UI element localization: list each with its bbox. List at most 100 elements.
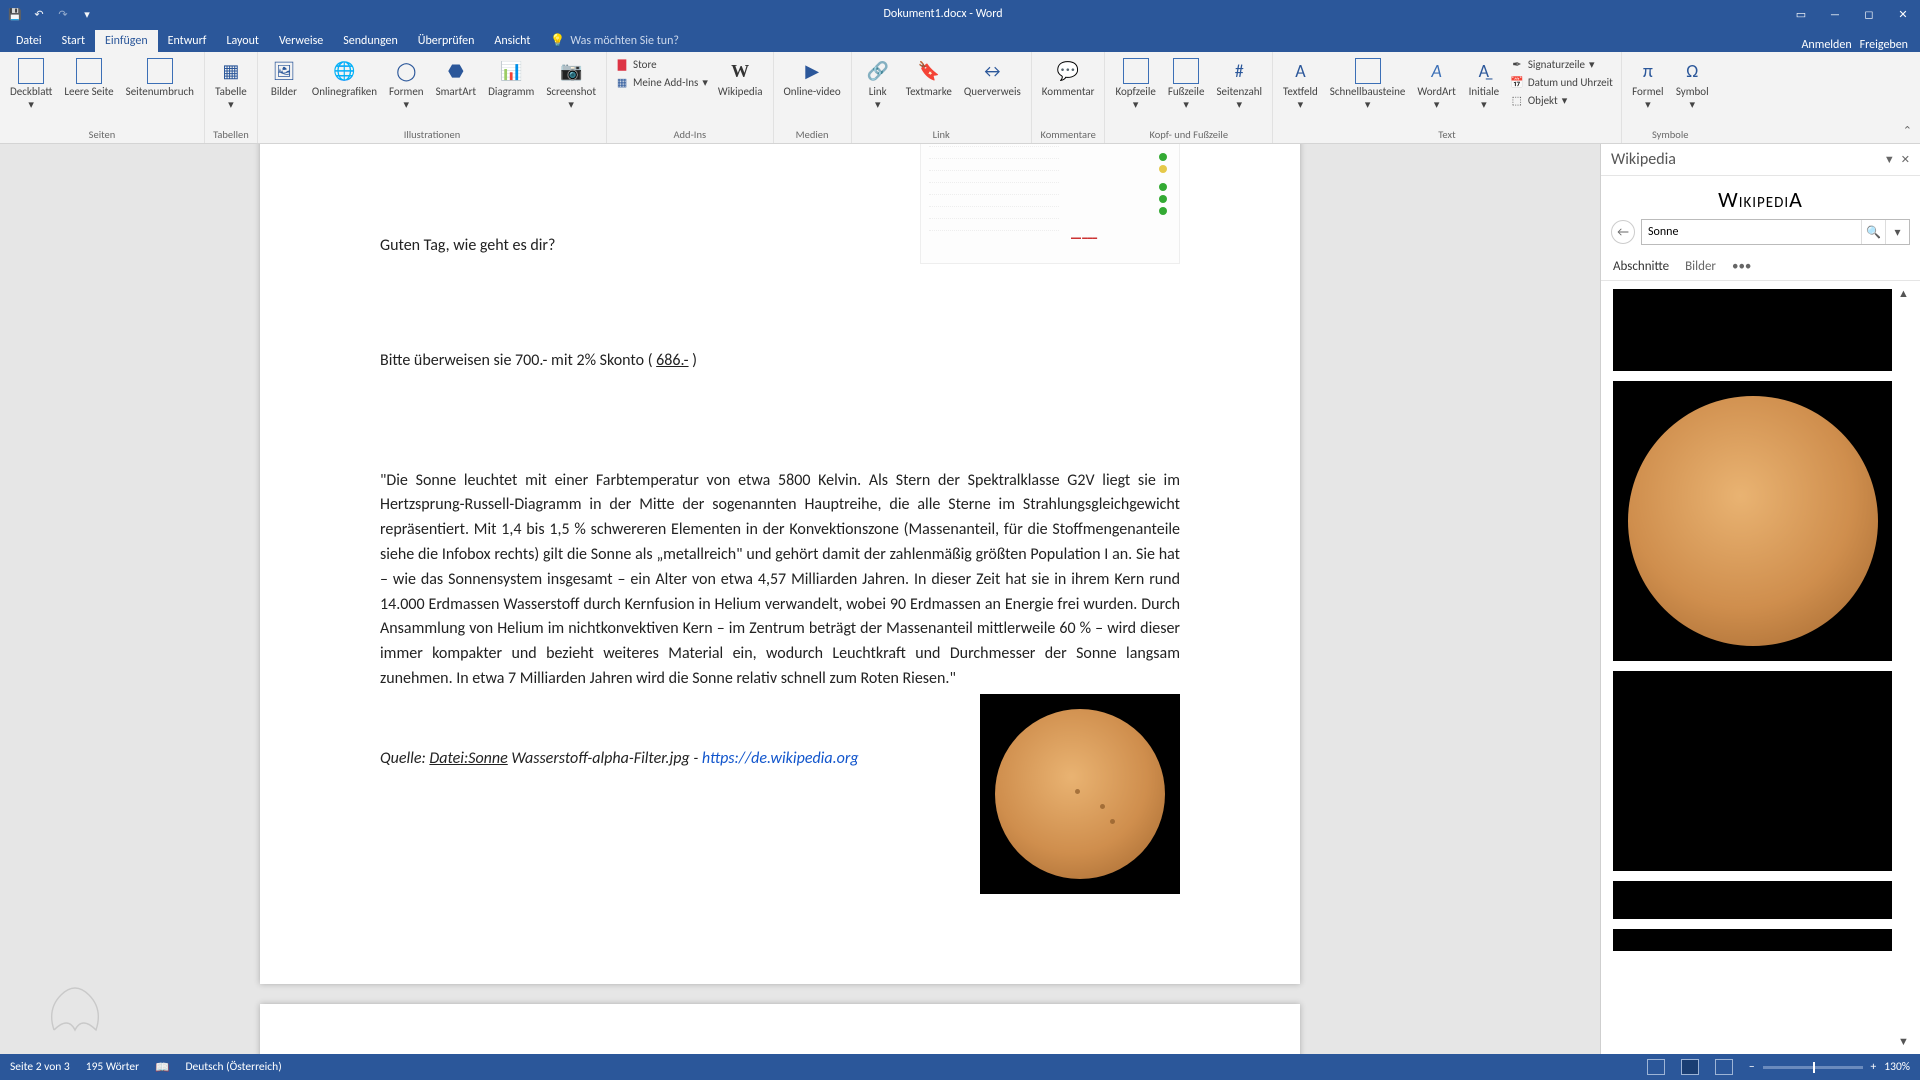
view-web-icon[interactable] bbox=[1715, 1059, 1733, 1075]
wiki-tab-sections[interactable]: Abschnitte bbox=[1613, 259, 1669, 274]
wikipedia-logo: WikipediA bbox=[1601, 176, 1920, 219]
minimize-icon[interactable]: — bbox=[1818, 0, 1852, 28]
view-read-icon[interactable] bbox=[1647, 1059, 1665, 1075]
redo-icon[interactable]: ↷ bbox=[54, 5, 72, 23]
textfeld-button[interactable]: ATextfeld▾ bbox=[1279, 56, 1322, 113]
tab-ueberpruefen[interactable]: Überprüfen bbox=[408, 30, 485, 52]
tab-layout[interactable]: Layout bbox=[216, 30, 269, 52]
kommentar-button[interactable]: 💬Kommentar bbox=[1038, 56, 1099, 101]
schnellbausteine-button[interactable]: Schnellbausteine▾ bbox=[1326, 56, 1410, 113]
source-link[interactable]: https://de.wikipedia.org bbox=[702, 749, 859, 768]
search-icon[interactable]: 🔍 bbox=[1861, 220, 1885, 244]
collapse-ribbon-icon[interactable]: ⌃ bbox=[1903, 124, 1912, 137]
querverweis-button[interactable]: ↔Querverweis bbox=[960, 56, 1025, 101]
symbol-button[interactable]: ΩSymbol▾ bbox=[1672, 56, 1713, 113]
scroll-down-icon[interactable]: ▼ bbox=[1898, 1035, 1912, 1048]
formel-button[interactable]: πFormel▾ bbox=[1628, 56, 1668, 113]
objekt-button[interactable]: ⬚Objekt▾ bbox=[1508, 92, 1569, 108]
wiki-search-input[interactable] bbox=[1642, 225, 1861, 239]
wiki-image-result[interactable] bbox=[1613, 881, 1892, 919]
group-illustrationen: Illustrationen bbox=[264, 126, 600, 141]
textbox-icon: A bbox=[1287, 58, 1313, 84]
onlinegrafiken-button[interactable]: 🌐Onlinegrafiken bbox=[308, 56, 381, 101]
quick-access-toolbar: 💾 ↶ ↷ ▾ bbox=[0, 5, 102, 23]
wordart-button[interactable]: AWordArt▾ bbox=[1413, 56, 1459, 113]
wikipedia-icon: W bbox=[727, 58, 753, 84]
link-icon: 🔗 bbox=[865, 58, 891, 84]
save-icon[interactable]: 💾 bbox=[6, 5, 24, 23]
tab-datei[interactable]: Datei bbox=[6, 30, 52, 52]
language-indicator[interactable]: Deutsch (Österreich) bbox=[185, 1060, 281, 1074]
wiki-image-result[interactable] bbox=[1613, 381, 1892, 661]
proofing-icon[interactable]: 📖 bbox=[155, 1060, 169, 1075]
bookmark-icon: 🔖 bbox=[916, 58, 942, 84]
tab-verweise[interactable]: Verweise bbox=[269, 30, 333, 52]
tab-entwurf[interactable]: Entwurf bbox=[158, 30, 217, 52]
screenshot-button[interactable]: 📷Screenshot▾ bbox=[542, 56, 600, 113]
zoom-level[interactable]: 130% bbox=[1884, 1060, 1910, 1074]
fusszeile-button[interactable]: Fußzeile▾ bbox=[1164, 56, 1209, 113]
tab-sendungen[interactable]: Sendungen bbox=[333, 30, 408, 52]
page-indicator[interactable]: Seite 2 von 3 bbox=[10, 1060, 70, 1074]
wiki-tab-more-icon[interactable]: ••• bbox=[1732, 259, 1751, 274]
scroll-up-icon[interactable]: ▲ bbox=[1898, 287, 1912, 300]
bilder-button[interactable]: 🖼Bilder bbox=[264, 56, 304, 101]
quote-paragraph: "Die Sonne leuchtet mit einer Farbtemper… bbox=[380, 469, 1180, 692]
textmarke-button[interactable]: 🔖Textmarke bbox=[902, 56, 956, 101]
view-print-icon[interactable] bbox=[1681, 1059, 1699, 1075]
kopfzeile-button[interactable]: Kopfzeile▾ bbox=[1111, 56, 1159, 113]
wiki-scrollbar[interactable]: ▲▼ bbox=[1898, 287, 1912, 1048]
smartart-button[interactable]: ⬣SmartArt bbox=[432, 56, 481, 101]
wiki-tab-images[interactable]: Bilder bbox=[1685, 259, 1716, 274]
wiki-image-result[interactable] bbox=[1613, 929, 1892, 951]
document-page-next[interactable] bbox=[260, 1004, 1300, 1054]
zoom-in-icon[interactable]: + bbox=[1871, 1060, 1877, 1074]
undo-icon[interactable]: ↶ bbox=[30, 5, 48, 23]
meine-addins-button[interactable]: ▦Meine Add-Ins▾ bbox=[613, 74, 710, 90]
wiki-images-list[interactable]: ▲▼ bbox=[1601, 281, 1920, 1054]
signature-icon: ✒ bbox=[1510, 57, 1524, 71]
wiki-back-button[interactable]: ← bbox=[1611, 220, 1635, 244]
document-pane[interactable]: ▬▬ ▬▬▬ Guten Tag, wie geht es dir? Bitte… bbox=[0, 144, 1600, 1054]
wiki-image-result[interactable] bbox=[1613, 671, 1892, 871]
date-icon: 📅 bbox=[1510, 75, 1524, 89]
tab-start[interactable]: Start bbox=[52, 30, 95, 52]
initiale-button[interactable]: A̲Initiale▾ bbox=[1464, 56, 1504, 113]
zoom-slider[interactable] bbox=[1763, 1066, 1863, 1069]
close-icon[interactable]: ✕ bbox=[1886, 0, 1920, 28]
sun-image[interactable] bbox=[980, 694, 1180, 894]
share-button[interactable]: Freigeben bbox=[1860, 38, 1908, 52]
pane-close-icon[interactable]: ✕ bbox=[1901, 153, 1910, 166]
smartart-icon: ⬣ bbox=[443, 58, 469, 84]
formen-button[interactable]: ◯Formen▾ bbox=[385, 56, 428, 113]
wiki-image-result[interactable] bbox=[1613, 289, 1892, 371]
onlinevideo-button[interactable]: ▶Online-video bbox=[780, 56, 845, 101]
maximize-icon[interactable]: ◻ bbox=[1852, 0, 1886, 28]
seitenzahl-button[interactable]: #Seitenzahl▾ bbox=[1212, 56, 1266, 113]
ribbon-display-icon[interactable]: ▭ bbox=[1784, 0, 1818, 28]
pane-menu-icon[interactable]: ▼ bbox=[1884, 153, 1895, 166]
link-button[interactable]: 🔗Link▾ bbox=[858, 56, 898, 113]
store-button[interactable]: ▇Store bbox=[613, 56, 659, 72]
document-page[interactable]: ▬▬ ▬▬▬ Guten Tag, wie geht es dir? Bitte… bbox=[260, 144, 1300, 984]
tab-einfuegen[interactable]: Einfügen bbox=[95, 30, 158, 52]
tab-ansicht[interactable]: Ansicht bbox=[484, 30, 540, 52]
qat-customize-icon[interactable]: ▾ bbox=[78, 5, 96, 23]
signaturzeile-button[interactable]: ✒Signaturzeile▾ bbox=[1508, 56, 1597, 72]
wikipedia-button[interactable]: WWikipedia bbox=[714, 56, 767, 101]
tabelle-button[interactable]: ▦Tabelle▾ bbox=[211, 56, 251, 113]
embedded-screenshot-thumb[interactable]: ▬▬ ▬▬▬ bbox=[920, 144, 1180, 264]
seitenumbruch-button[interactable]: Seitenumbruch bbox=[122, 56, 198, 101]
deckblatt-button[interactable]: Deckblatt▾ bbox=[6, 56, 56, 113]
search-dropdown-icon[interactable]: ▾ bbox=[1885, 220, 1909, 244]
leere-seite-button[interactable]: Leere Seite bbox=[60, 56, 117, 101]
zoom-control[interactable]: − + 130% bbox=[1749, 1060, 1910, 1074]
diagramm-button[interactable]: 📊Diagramm bbox=[484, 56, 538, 101]
wordart-icon: A bbox=[1424, 58, 1450, 84]
word-count[interactable]: 195 Wörter bbox=[86, 1060, 139, 1074]
zoom-out-icon[interactable]: − bbox=[1749, 1060, 1755, 1074]
wiki-search-box[interactable]: 🔍 ▾ bbox=[1641, 219, 1910, 245]
signin-link[interactable]: Anmelden bbox=[1801, 38, 1851, 52]
datum-button[interactable]: 📅Datum und Uhrzeit bbox=[1508, 74, 1615, 90]
tell-me-search[interactable]: 💡Was möchten Sie tun? bbox=[540, 29, 689, 52]
